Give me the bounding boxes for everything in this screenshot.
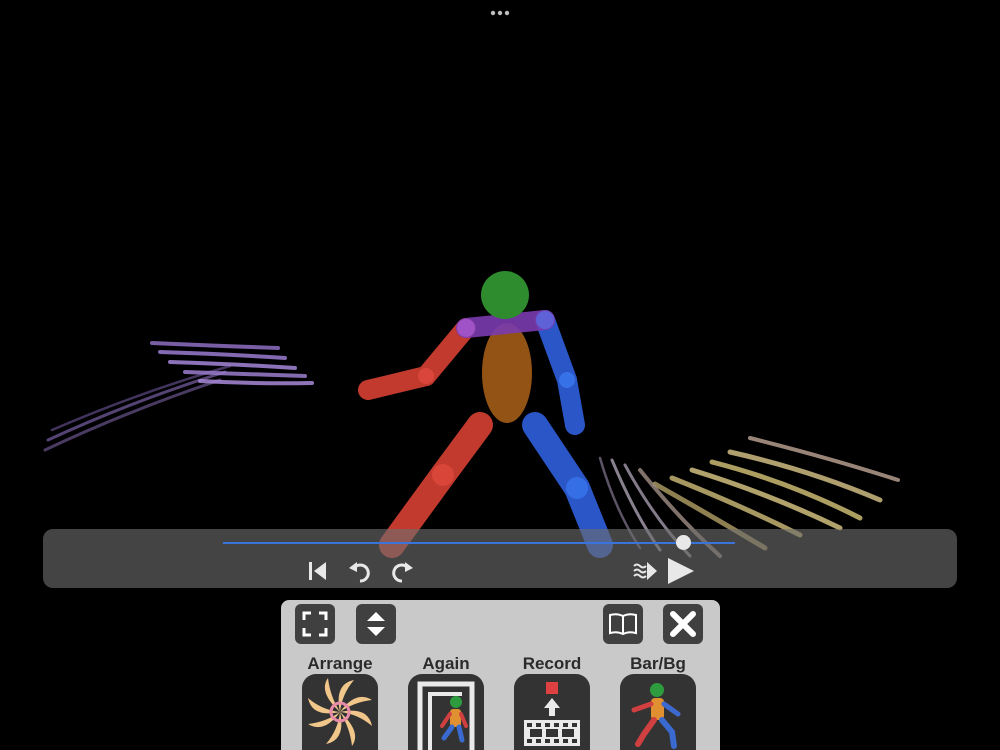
redo-icon[interactable] xyxy=(388,557,416,585)
again-label: Again xyxy=(422,654,470,673)
timeline-track[interactable] xyxy=(223,542,735,544)
torso xyxy=(482,323,532,423)
arrange-tool[interactable]: Arrange xyxy=(292,652,388,750)
again-icon xyxy=(408,674,484,750)
fullscreen-icon[interactable] xyxy=(295,604,335,644)
bar-bg-label: Bar/Bg xyxy=(630,654,686,673)
bar-bg-icon xyxy=(620,674,696,750)
skip-to-start-icon[interactable] xyxy=(303,557,331,585)
close-icon[interactable] xyxy=(663,604,703,644)
tool-panel: Arrange Again Record Bar/Bg xyxy=(281,600,720,750)
left-lower-arm xyxy=(358,366,436,400)
play-icon[interactable] xyxy=(665,557,697,585)
arrange-label: Arrange xyxy=(307,654,373,673)
shoulders xyxy=(456,310,555,338)
speed-icon[interactable] xyxy=(631,557,659,585)
bar-bg-tool[interactable]: Bar/Bg xyxy=(610,652,706,750)
record-label: Record xyxy=(522,654,582,673)
arm-motion-trail xyxy=(43,341,314,452)
again-tool[interactable]: Again xyxy=(398,652,494,750)
book-icon[interactable] xyxy=(603,604,643,644)
head xyxy=(481,271,529,319)
record-icon xyxy=(514,674,590,750)
timeline-thumb[interactable] xyxy=(676,535,692,550)
more-dots-icon[interactable] xyxy=(488,6,512,18)
timeline-panel xyxy=(43,529,957,588)
arrange-icon xyxy=(302,674,378,750)
expand-collapse-icon[interactable] xyxy=(356,604,396,644)
undo-icon[interactable] xyxy=(346,557,374,585)
record-tool[interactable]: Record xyxy=(504,652,600,750)
stick-figure[interactable] xyxy=(358,271,613,558)
